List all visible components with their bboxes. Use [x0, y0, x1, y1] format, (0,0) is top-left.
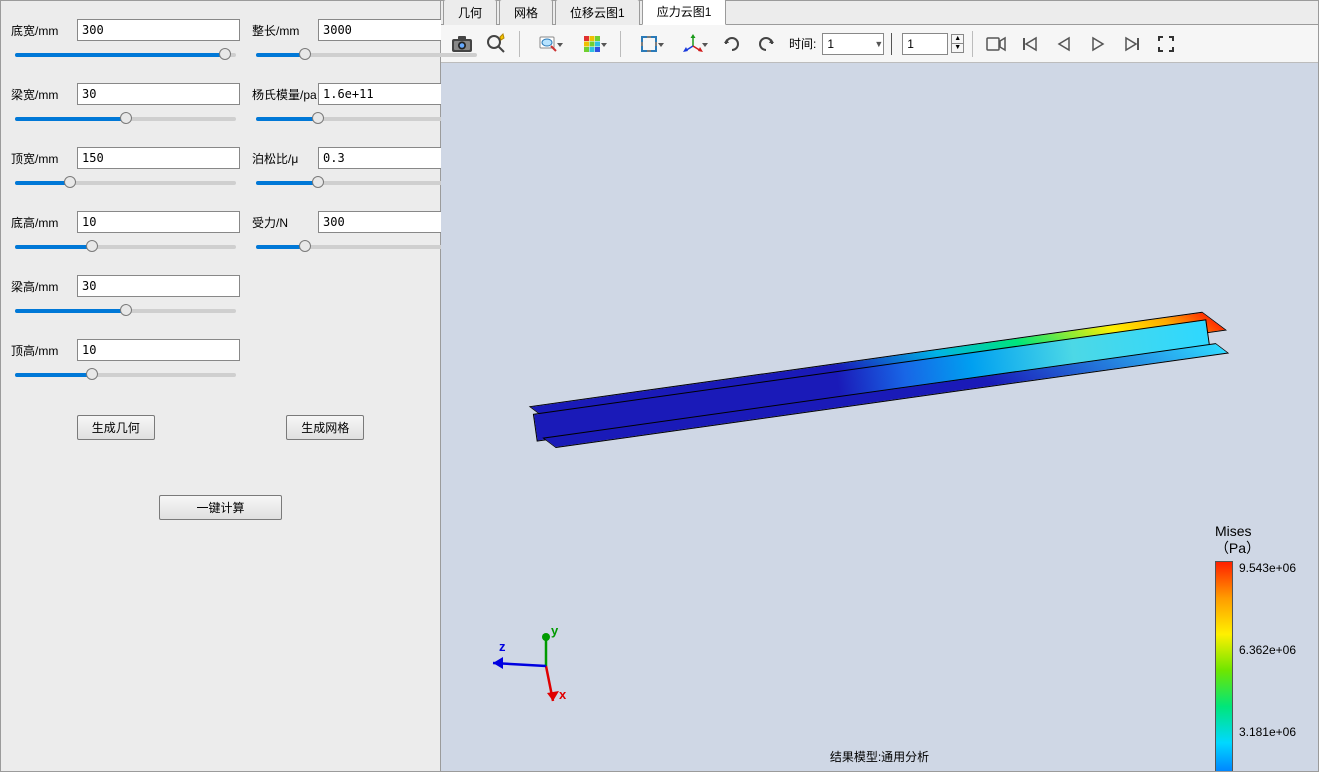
param-input[interactable] — [77, 339, 240, 361]
param-slider[interactable] — [15, 365, 236, 385]
axis-orientation-dropdown[interactable] — [673, 29, 713, 59]
param-label: 杨氏模量/pa — [252, 86, 312, 103]
search-zoom-icon[interactable] — [481, 29, 511, 59]
generate-geometry-button[interactable]: 生成几何 — [77, 415, 155, 440]
view-tabs: 几何网格位移云图1应力云图1 — [441, 1, 1318, 25]
generate-mesh-button[interactable]: 生成网格 — [286, 415, 364, 440]
param-label: 顶高/mm — [11, 342, 71, 359]
record-icon[interactable] — [981, 29, 1011, 59]
result-panel: 几何网格位移云图1应力云图1 — [441, 1, 1318, 771]
compute-button[interactable]: 一键计算 — [159, 495, 281, 520]
svg-text:x: x — [559, 687, 567, 702]
tab-3[interactable]: 应力云图1 — [642, 0, 727, 25]
param-left-0: 底宽/mm — [11, 19, 240, 65]
param-input[interactable] — [77, 211, 240, 233]
param-label: 顶宽/mm — [11, 150, 71, 167]
param-left-1: 梁宽/mm — [11, 83, 240, 129]
param-left-5: 顶高/mm — [11, 339, 240, 385]
param-slider[interactable] — [15, 301, 236, 321]
param-left-4: 梁高/mm — [11, 275, 240, 321]
tab-1[interactable]: 网格 — [499, 0, 553, 25]
fit-view-dropdown[interactable] — [629, 29, 669, 59]
svg-text:y: y — [551, 623, 559, 638]
last-frame-icon[interactable] — [1117, 29, 1147, 59]
legend-title-line1: Mises — [1215, 523, 1252, 539]
param-input[interactable] — [77, 147, 240, 169]
param-slider[interactable] — [15, 45, 236, 65]
beam-model — [537, 319, 1219, 473]
param-label: 泊松比/μ — [252, 150, 312, 167]
viewport-toolbar: 时间: ▼ ▲ ▼ — [441, 25, 1318, 63]
param-label: 梁宽/mm — [11, 86, 71, 103]
tab-2[interactable]: 位移云图1 — [555, 0, 640, 25]
color-legend: Mises （Pa） 9.543e+066.362e+063.181e+062.… — [1215, 523, 1296, 771]
param-label: 整长/mm — [252, 22, 312, 39]
result-model-label: 结果模型:通用分析 — [441, 748, 1318, 765]
colormap-dropdown[interactable] — [572, 29, 612, 59]
param-left-3: 底高/mm — [11, 211, 240, 257]
time-select[interactable] — [822, 33, 884, 55]
select-mode-dropdown[interactable] — [528, 29, 568, 59]
param-label: 底宽/mm — [11, 22, 71, 39]
viewport-3d[interactable]: x y z Mises （Pa） 9.543e+06 6.362e+06 3.181… — [441, 63, 1318, 771]
step-input[interactable] — [902, 33, 948, 55]
app-window: 底宽/mm 整长/mm 梁宽/mm 杨氏模量/pa 顶宽/mm 泊松比/μ 底高/mm 受力/… — [0, 0, 1319, 772]
prev-frame-icon[interactable] — [1049, 29, 1079, 59]
param-input[interactable] — [77, 275, 240, 297]
param-slider[interactable] — [15, 109, 236, 129]
param-label: 底高/mm — [11, 214, 71, 231]
time-label: 时间: — [789, 35, 816, 52]
param-slider[interactable] — [15, 237, 236, 257]
legend-tick: 6.362e+06 — [1239, 643, 1296, 657]
legend-colorbar — [1215, 561, 1233, 771]
param-input[interactable] — [77, 83, 240, 105]
param-label: 梁高/mm — [11, 278, 71, 295]
param-left-2: 顶宽/mm — [11, 147, 240, 193]
legend-title-line2: （Pa） — [1215, 540, 1260, 556]
legend-tick: 3.181e+06 — [1239, 725, 1296, 739]
param-slider[interactable] — [256, 45, 477, 65]
parameter-panel: 底宽/mm 整长/mm 梁宽/mm 杨氏模量/pa 顶宽/mm 泊松比/μ 底高/mm 受力/… — [1, 1, 441, 771]
legend-tick: 9.543e+06 — [1239, 561, 1296, 575]
divider — [891, 33, 892, 55]
param-label: 受力/N — [252, 214, 312, 231]
step-down-icon[interactable]: ▼ — [951, 44, 964, 53]
step-up-icon[interactable]: ▲ — [951, 34, 964, 44]
play-icon[interactable] — [1083, 29, 1113, 59]
rotate-cw-icon[interactable] — [717, 29, 747, 59]
param-slider[interactable] — [15, 173, 236, 193]
tab-0[interactable]: 几何 — [443, 0, 497, 25]
param-input[interactable] — [77, 19, 240, 41]
svg-text:z: z — [499, 639, 506, 654]
rotate-ccw-icon[interactable] — [751, 29, 781, 59]
first-frame-icon[interactable] — [1015, 29, 1045, 59]
fullscreen-icon[interactable] — [1151, 29, 1181, 59]
coordinate-axes-icon: x y z — [481, 621, 591, 731]
